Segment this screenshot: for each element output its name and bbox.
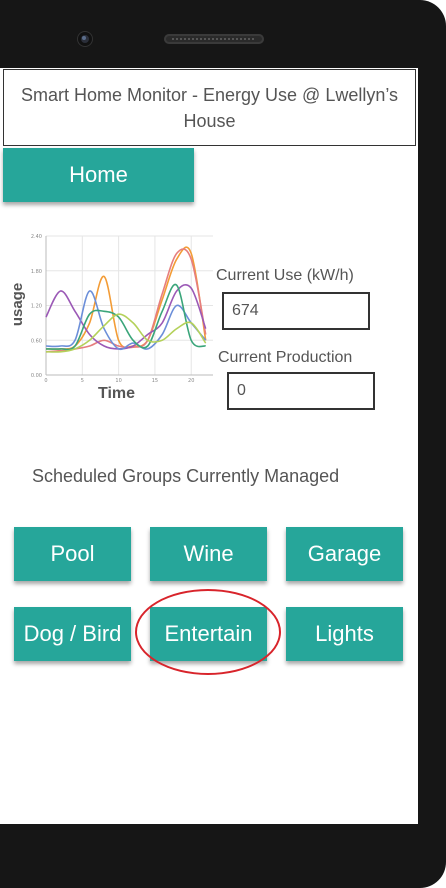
page-title: Smart Home Monitor - Energy Use @ Lwelly… (3, 69, 416, 146)
phone-top-bezel (0, 0, 432, 68)
speaker-grille-icon (164, 34, 264, 44)
chart-x-axis-label: Time (98, 385, 136, 402)
home-button[interactable]: Home (3, 148, 194, 202)
phone-frame: Smart Home Monitor - Energy Use @ Lwelly… (0, 0, 446, 888)
current-production-label: Current Production (218, 349, 353, 366)
group-dog-bird-button[interactable]: Dog / Bird (14, 607, 131, 661)
groups-title: Scheduled Groups Currently Managed (32, 466, 340, 486)
phone-bottom-bezel (0, 824, 432, 888)
chart-x-tick-label: 10 (115, 378, 121, 384)
chart-y-tick-label: 2.40 (31, 234, 42, 240)
chart-y-tick-label: 0.00 (31, 373, 42, 379)
usage-chart-svg: 0.00 0.60 1.20 1.80 2.40 0 5 10 15 20 (31, 234, 213, 384)
current-use-field[interactable]: 674 (222, 292, 370, 330)
current-production-field[interactable]: 0 (227, 372, 375, 410)
chart-x-tick-label: 5 (81, 378, 84, 384)
group-wine-button[interactable]: Wine (150, 527, 267, 581)
group-pool-button[interactable]: Pool (14, 527, 131, 581)
chart-x-tick-label: 20 (188, 378, 194, 384)
group-lights-button[interactable]: Lights (286, 607, 403, 661)
group-garage-button[interactable]: Garage (286, 527, 403, 581)
app-screen: Smart Home Monitor - Energy Use @ Lwelly… (0, 68, 418, 824)
chart-y-tick-label: 1.80 (31, 269, 42, 275)
group-entertain-button[interactable]: Entertain (150, 607, 267, 661)
usage-chart: 0.00 0.60 1.20 1.80 2.40 0 5 10 15 20 usage Time (8, 228, 218, 408)
chart-y-axis-label: usage (9, 282, 27, 327)
camera-icon (78, 32, 92, 46)
chart-x-tick-label: 0 (44, 378, 47, 384)
current-use-label: Current Use (kW/h) (216, 267, 354, 284)
chart-y-tick-label: 0.60 (31, 338, 42, 344)
chart-y-tick-label: 1.20 (31, 304, 42, 310)
chart-x-tick-label: 15 (152, 378, 158, 384)
